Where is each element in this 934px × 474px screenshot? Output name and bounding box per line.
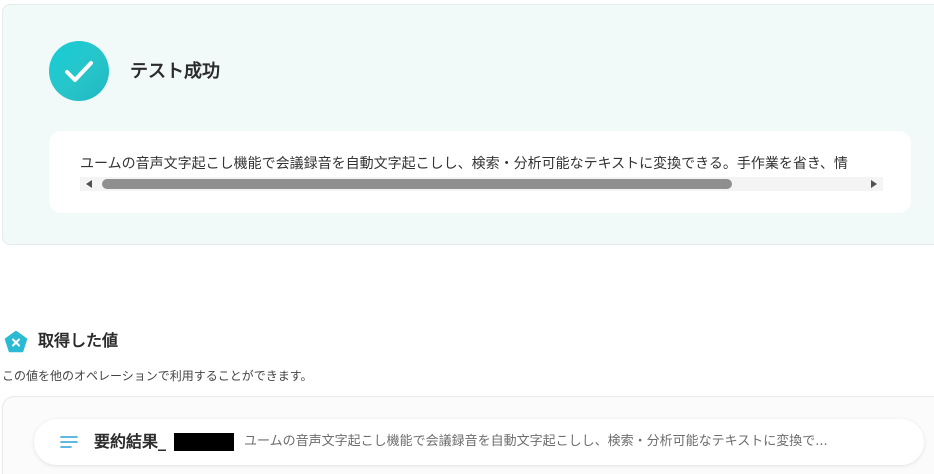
acquired-value-item[interactable]: 要約結果_ ユームの音声文字起こし機能で会議録音を自動文字起こしし、検索・分析可… xyxy=(34,419,924,465)
scroll-right-arrow-icon[interactable] xyxy=(871,180,877,188)
acquired-values-description: この値を他のオペレーションで利用することができます。 xyxy=(2,369,313,383)
acquired-value-key: 要約結果_ xyxy=(94,432,167,451)
test-output-text: ユームの音声文字起こし機能で会議録音を自動文字起こしし、検索・分析可能なテキスト… xyxy=(80,156,848,172)
pentagon-x-icon xyxy=(4,330,28,353)
redacted-block xyxy=(174,433,234,451)
acquired-values-title: 取得した値 xyxy=(38,331,119,350)
text-lines-icon xyxy=(60,436,78,448)
test-success-title: テスト成功 xyxy=(130,61,220,82)
page: テスト成功 ユームの音声文字起こし機能で会議録音を自動文字起こしし、検索・分析可… xyxy=(0,0,934,474)
test-success-panel: テスト成功 ユームの音声文字起こし機能で会議録音を自動文字起こしし、検索・分析可… xyxy=(2,4,934,245)
acquired-value-preview: ユームの音声文字起こし機能で会議録音を自動文字起こしし、検索・分析可能なテキスト… xyxy=(244,434,828,449)
check-circle-icon xyxy=(49,41,109,101)
test-output-box: ユームの音声文字起こし機能で会議録音を自動文字起こしし、検索・分析可能なテキスト… xyxy=(49,131,911,213)
horizontal-scrollbar[interactable] xyxy=(80,177,883,191)
scroll-left-arrow-icon[interactable] xyxy=(86,180,92,188)
scrollbar-thumb[interactable] xyxy=(102,179,732,189)
